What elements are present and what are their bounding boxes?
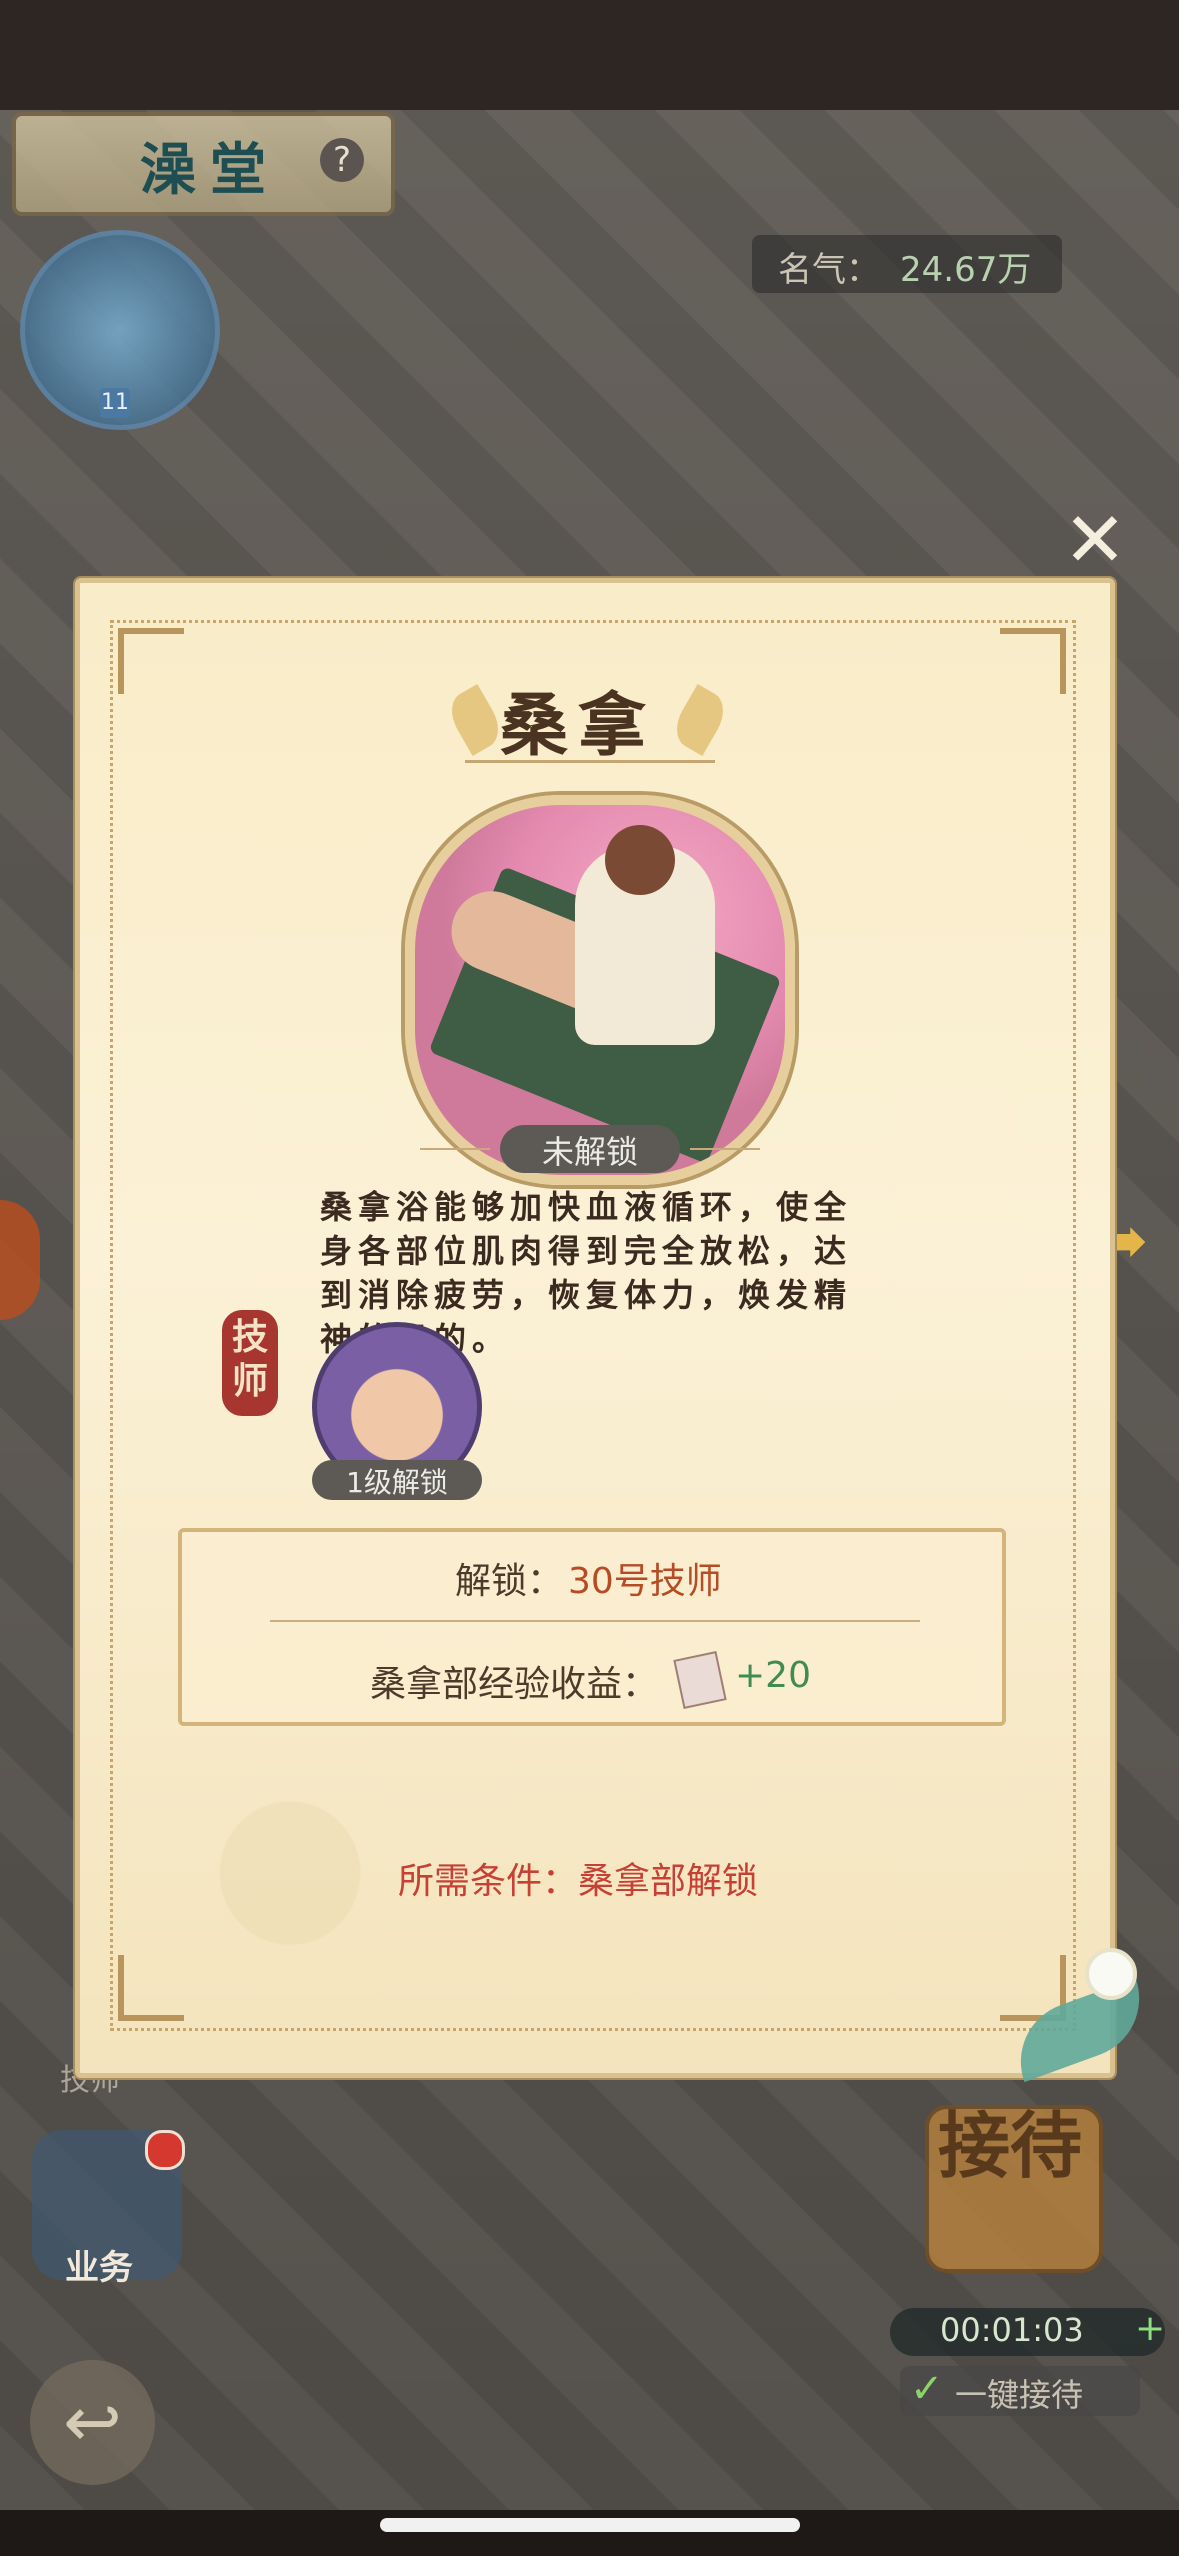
status-bar [0,0,1179,110]
unlock-label: 解锁： [455,1561,564,1602]
flower-icon [1085,1948,1137,2000]
timer-plus-button[interactable]: + [1135,2308,1165,2349]
modal-title: 桑拿 [500,687,657,766]
lily-decoration [150,1730,430,1990]
unlock-value: 30号技师 [568,1561,722,1602]
location-label: 澡堂 [140,138,280,203]
bottom-safe-area [0,2510,1179,2556]
technician-unlock-text: 1级解锁 [346,1466,448,1499]
title-underline [465,760,715,763]
divider-line [420,1148,490,1150]
back-icon[interactable]: ↩ [30,2360,155,2485]
player-level-badge: 11 [100,388,130,418]
status-text: 未解锁 [541,1133,638,1171]
help-icon[interactable]: ? [320,138,364,182]
one-click-reception-label: 一键接待 [955,2376,1084,2414]
corner-ornament [118,628,184,694]
therapist-head [605,825,675,895]
technician-seal: 技师 [222,1310,278,1416]
requirement-text: 所需条件：桑拿部解锁 [398,1861,759,1902]
fame-value: 24.67万 [900,250,1032,290]
reception-label: 接待 [938,2104,1083,2188]
corner-ornament [1000,628,1066,694]
timer-text: 00:01:03 [940,2311,1084,2349]
divider-line [690,1148,760,1150]
fame-label: 名气： [778,250,880,290]
business-label: 业务 [65,2248,133,2288]
close-icon[interactable]: ✕ [1055,500,1135,580]
checkmark-icon[interactable]: ✓ [910,2366,944,2412]
notification-badge [145,2130,185,2170]
home-indicator[interactable] [380,2518,800,2532]
exp-income-value: +20 [735,1655,811,1696]
exp-income-label: 桑拿部经验收益： [370,1664,659,1705]
info-divider [270,1620,920,1622]
